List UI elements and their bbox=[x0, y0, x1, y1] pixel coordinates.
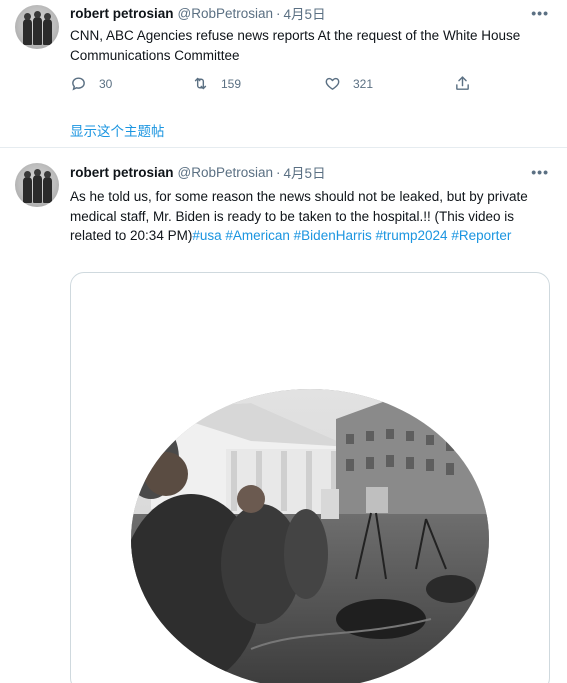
avatar-figure bbox=[23, 13, 32, 45]
video-scene bbox=[131, 389, 489, 683]
tweet-1[interactable]: robert petrosian @RobPetrosian · 4月5日 ••… bbox=[0, 0, 567, 148]
hashtag-link[interactable]: #American bbox=[225, 228, 290, 243]
like-button[interactable]: 321 bbox=[324, 75, 373, 92]
hashtag-link[interactable]: #BidenHarris bbox=[294, 228, 372, 243]
display-name[interactable]: robert petrosian bbox=[70, 6, 174, 21]
avatar-figure bbox=[43, 13, 52, 45]
avatar[interactable] bbox=[15, 163, 59, 207]
reply-button[interactable]: 30 bbox=[70, 75, 112, 92]
media-card[interactable] bbox=[70, 272, 550, 683]
hashtag-link[interactable]: #usa bbox=[192, 228, 221, 243]
show-thread-link[interactable]: 显示这个主题帖 bbox=[70, 120, 165, 140]
tweet-actions: 30 159 321 bbox=[70, 75, 480, 95]
tweet-header: robert petrosian @RobPetrosian · 4月5日 ••… bbox=[70, 163, 549, 181]
hashtag-link[interactable]: #Reporter bbox=[451, 228, 511, 243]
reply-icon bbox=[72, 77, 85, 91]
retweet-count: 159 bbox=[221, 76, 242, 91]
separator-dot: · bbox=[276, 5, 281, 21]
avatar-figure bbox=[33, 169, 42, 203]
avatar-figure bbox=[23, 171, 32, 203]
hashtag-link[interactable]: #trump2024 bbox=[375, 228, 447, 243]
display-name[interactable]: robert petrosian bbox=[70, 165, 174, 180]
tweet-date[interactable]: 4月5日 bbox=[284, 162, 326, 182]
retweet-icon bbox=[194, 77, 207, 90]
reply-count: 30 bbox=[99, 76, 113, 91]
tweet-text: CNN, ABC Agencies refuse news reports At… bbox=[70, 28, 521, 63]
share-icon bbox=[456, 76, 469, 90]
like-icon bbox=[325, 77, 340, 90]
avatar-figure bbox=[43, 171, 52, 203]
share-button[interactable] bbox=[454, 75, 471, 92]
video-thumbnail[interactable] bbox=[131, 389, 489, 683]
like-count: 321 bbox=[353, 76, 374, 91]
more-icon[interactable]: ••• bbox=[531, 164, 549, 180]
user-handle[interactable]: @RobPetrosian bbox=[178, 6, 274, 21]
avatar-figure bbox=[33, 11, 42, 45]
tweet-2[interactable]: robert petrosian @RobPetrosian · 4月5日 ••… bbox=[0, 149, 567, 683]
user-handle[interactable]: @RobPetrosian bbox=[178, 165, 274, 180]
retweet-button[interactable]: 159 bbox=[192, 75, 241, 92]
avatar[interactable] bbox=[15, 5, 59, 49]
tweet-header: robert petrosian @RobPetrosian · 4月5日 ••… bbox=[70, 4, 549, 22]
separator-dot: · bbox=[276, 164, 281, 180]
tweet-text: As he told us, for some reason the news … bbox=[70, 187, 551, 246]
tweet-date[interactable]: 4月5日 bbox=[284, 3, 326, 23]
more-icon[interactable]: ••• bbox=[531, 5, 549, 21]
